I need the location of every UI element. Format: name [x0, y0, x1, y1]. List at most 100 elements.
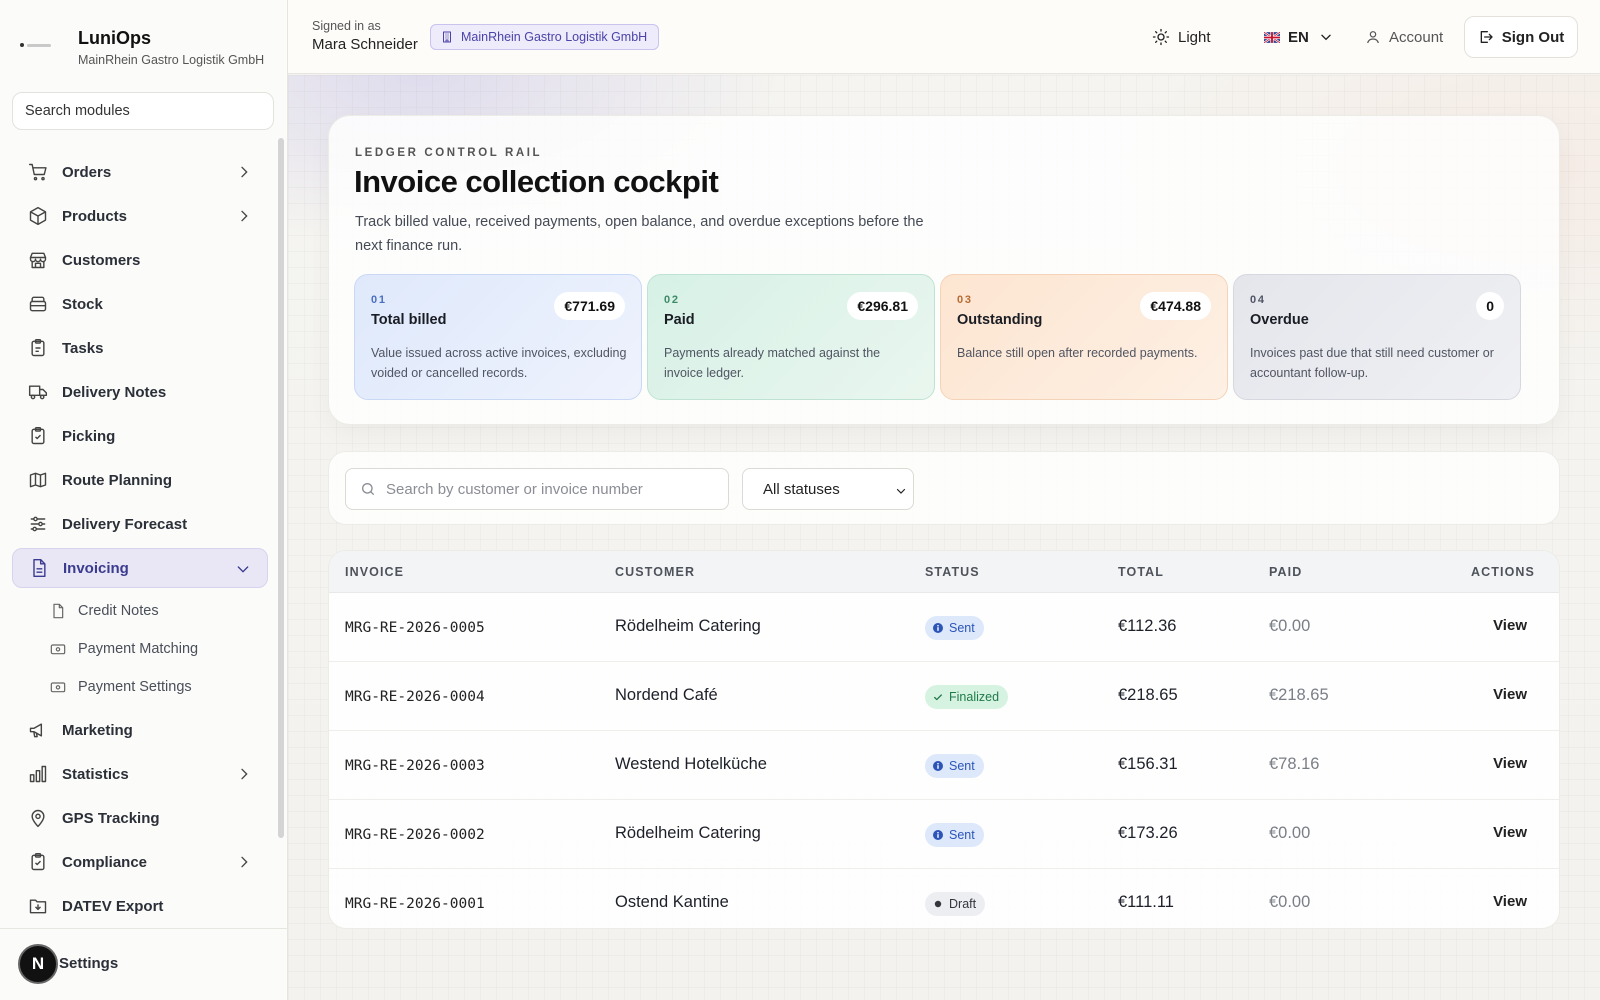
sidebar-item-settings[interactable]: Settings — [59, 955, 118, 972]
kpi-value: €296.81 — [847, 292, 918, 320]
sidebar-item-label: Invoicing — [63, 559, 129, 577]
table-row[interactable]: MRG-RE-2026-0002 Rödelheim Catering Sent… — [329, 800, 1559, 869]
sidebar-item-orders[interactable]: Orders — [12, 152, 268, 192]
sidebar-item-products[interactable]: Products — [12, 196, 268, 236]
sidebar-item-datev-export[interactable]: DATEV Export — [12, 886, 268, 926]
page-title: Invoice collection cockpit — [354, 164, 719, 199]
sidebar-item-picking[interactable]: Picking — [12, 416, 268, 456]
sidebar-item-delivery-notes[interactable]: Delivery Notes — [12, 372, 268, 412]
sidebar-item-compliance[interactable]: Compliance — [12, 842, 268, 882]
uk-flag-icon — [1264, 31, 1280, 43]
view-link[interactable]: View — [1493, 755, 1527, 772]
table-row[interactable]: MRG-RE-2026-0001 Ostend Kantine Draft €1… — [329, 869, 1559, 928]
invoice-table: INVOICE CUSTOMER STATUS TOTAL PAID ACTIO… — [328, 550, 1560, 929]
kpi-description: Invoices past due that still need custom… — [1250, 346, 1494, 380]
cart-icon — [28, 162, 48, 182]
kpi-description: Value issued across active invoices, exc… — [371, 346, 627, 380]
sidebar-item-statistics[interactable]: Statistics — [12, 754, 268, 794]
map-icon — [28, 470, 48, 490]
clipboard-icon — [28, 338, 48, 358]
view-link[interactable]: View — [1493, 686, 1527, 703]
kpi-value: €474.88 — [1140, 292, 1211, 320]
hero-card: LEDGER CONTROL RAIL Invoice collection c… — [328, 115, 1560, 425]
sidebar-item-customers[interactable]: Customers — [12, 240, 268, 280]
search-modules-input[interactable]: Search modules — [12, 92, 274, 130]
megaphone-icon — [28, 720, 48, 740]
hero-eyebrow: LEDGER CONTROL RAIL — [355, 147, 543, 159]
column-header-status: STATUS — [925, 565, 980, 579]
topbar: Signed in as Mara Schneider MainRhein Ga… — [288, 0, 1600, 74]
sidebar-item-label: Statistics — [62, 765, 129, 783]
chevron-down-icon — [895, 484, 907, 501]
sidebar-item-invoicing[interactable]: Invoicing — [12, 548, 268, 588]
theme-toggle[interactable]: Light — [1152, 26, 1211, 48]
sidebar-item-marketing[interactable]: Marketing — [12, 710, 268, 750]
sidebar-item-label: Route Planning — [62, 471, 172, 489]
kpi-number: 02 — [664, 294, 680, 306]
dot-icon — [933, 899, 943, 909]
status-label: Sent — [949, 828, 975, 842]
table-row[interactable]: MRG-RE-2026-0004 Nordend Café Finalized … — [329, 662, 1559, 731]
view-link[interactable]: View — [1493, 893, 1527, 910]
invoice-total: €156.31 — [1118, 755, 1178, 773]
sign-out-button[interactable]: Sign Out — [1464, 16, 1578, 58]
brand[interactable]: LuniOps MainRhein Gastro Logistik GmbH — [20, 26, 264, 67]
brand-company: MainRhein Gastro Logistik GmbH — [78, 53, 265, 67]
table-row[interactable]: MRG-RE-2026-0005 Rödelheim Catering Sent… — [329, 593, 1559, 662]
status-label: Draft — [949, 897, 977, 911]
sidebar-item-gps-tracking[interactable]: GPS Tracking — [12, 798, 268, 838]
sidebar-subitem-credit-notes[interactable]: Credit Notes — [12, 592, 268, 630]
account-link[interactable]: Account — [1365, 26, 1443, 48]
invoice-search-input[interactable] — [386, 480, 716, 498]
org-badge-label: MainRhein Gastro Logistik GmbH — [461, 30, 648, 44]
document-icon — [50, 603, 66, 619]
info-icon — [933, 623, 943, 633]
column-header-paid: PAID — [1269, 565, 1303, 579]
brand-logo-icon — [20, 35, 56, 55]
sidebar-item-label: DATEV Export — [62, 897, 164, 915]
sidebar-item-tasks[interactable]: Tasks — [12, 328, 268, 368]
invoice-paid: €78.16 — [1269, 755, 1320, 773]
avatar[interactable]: N — [18, 944, 58, 984]
sidebar-scrollbar[interactable] — [278, 138, 284, 838]
kpi-value: €771.69 — [554, 292, 625, 320]
invoice-paid: €0.00 — [1269, 893, 1311, 911]
table-row[interactable]: MRG-RE-2026-0003 Westend Hotelküche Sent… — [329, 731, 1559, 800]
invoice-search-field[interactable] — [345, 468, 729, 510]
file-icon — [29, 558, 49, 578]
invoice-total: €218.65 — [1118, 686, 1178, 704]
chevron-down-icon — [235, 561, 251, 577]
main-content: LEDGER CONTROL RAIL Invoice collection c… — [288, 75, 1600, 1000]
chevron-right-icon — [236, 208, 252, 224]
sidebar-item-label: GPS Tracking — [62, 809, 160, 827]
sidebar-item-delivery-forecast[interactable]: Delivery Forecast — [12, 504, 268, 544]
invoice-total: €173.26 — [1118, 824, 1178, 842]
kpi-number: 03 — [957, 294, 973, 306]
sidebar-item-stock[interactable]: Stock — [12, 284, 268, 324]
account-label: Account — [1389, 28, 1444, 46]
signed-in-label: Signed in as — [312, 19, 381, 33]
brand-name: LuniOps — [78, 28, 151, 48]
sidebar: LuniOps MainRhein Gastro Logistik GmbH S… — [0, 0, 288, 1000]
sign-out-label: Sign Out — [1501, 28, 1565, 46]
sidebar-item-label: Delivery Notes — [62, 383, 167, 401]
sidebar-subitem-payment-settings[interactable]: Payment Settings — [12, 668, 268, 706]
status-filter-select[interactable]: All statuses — [742, 468, 914, 510]
invoice-number: MRG-RE-2026-0002 — [345, 827, 485, 843]
kpi-card-overdue: 04 Overdue 0 Invoices past due that stil… — [1233, 274, 1521, 400]
search-icon — [360, 481, 376, 497]
kpi-description: Payments already matched against the inv… — [664, 346, 881, 380]
sidebar-item-label: Tasks — [62, 339, 104, 357]
kpi-number: 01 — [371, 294, 387, 306]
view-link[interactable]: View — [1493, 617, 1527, 634]
kpi-label: Paid — [664, 312, 695, 328]
kpi-label: Total billed — [371, 312, 447, 328]
view-link[interactable]: View — [1493, 824, 1527, 841]
invoice-paid: €218.65 — [1269, 686, 1329, 704]
status-filter-value: All statuses — [763, 480, 840, 498]
language-select[interactable]: EN — [1264, 26, 1341, 48]
sidebar-subitem-payment-matching[interactable]: Payment Matching — [12, 630, 268, 668]
invoice-paid: €0.00 — [1269, 617, 1311, 635]
kpi-description: Balance still open after recorded paymen… — [957, 346, 1198, 360]
sidebar-item-route-planning[interactable]: Route Planning — [12, 460, 268, 500]
